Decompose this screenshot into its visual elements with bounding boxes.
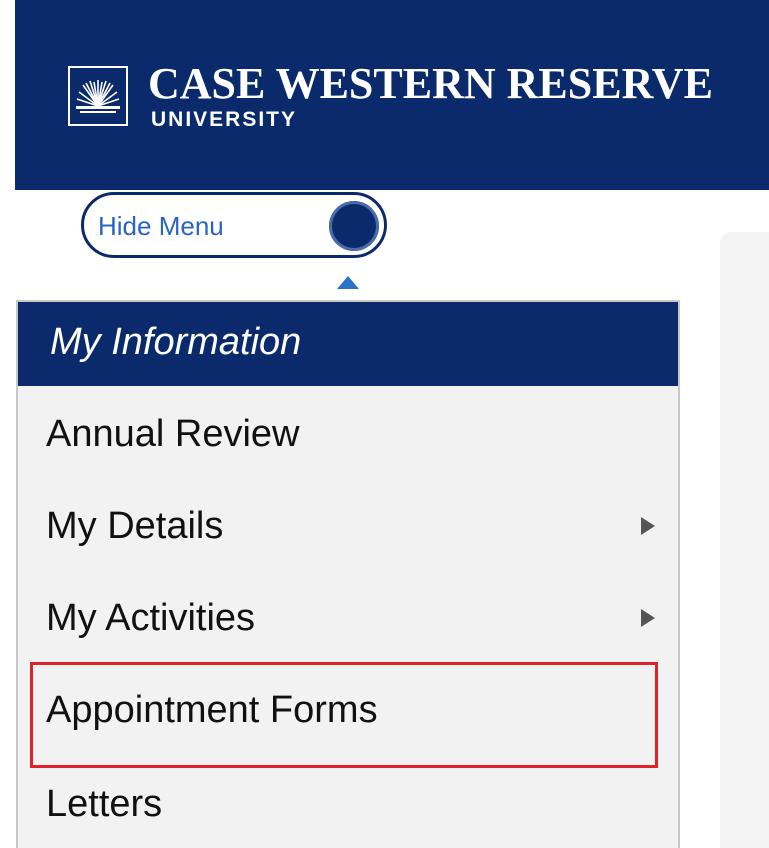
sidebar-item-letters[interactable]: Letters bbox=[18, 758, 678, 848]
submenu-arrow-icon bbox=[641, 609, 655, 627]
site-header: CASE WESTERN RESERVE UNIVERSITY bbox=[15, 0, 769, 190]
toggle-knob[interactable] bbox=[329, 201, 379, 251]
sidebar-item-my-activities[interactable]: My Activities bbox=[18, 572, 678, 664]
hide-menu-toggle[interactable]: Hide Menu bbox=[81, 192, 387, 258]
sidebar-item-label: My Details bbox=[46, 505, 224, 547]
university-subtitle: UNIVERSITY bbox=[151, 108, 298, 131]
starburst-logo-icon[interactable] bbox=[68, 66, 128, 126]
content-panel bbox=[720, 232, 769, 848]
caret-up-icon bbox=[337, 276, 359, 289]
sidebar-item-annual-review[interactable]: Annual Review bbox=[18, 388, 678, 480]
sidebar-item-my-details[interactable]: My Details bbox=[18, 480, 678, 572]
sidebar-item-label: Appointment Forms bbox=[46, 689, 378, 731]
sidebar-menu: My Information Annual Review My Details … bbox=[16, 300, 680, 848]
menu-section-title: My Information bbox=[50, 321, 302, 363]
university-name: CASE WESTERN RESERVE bbox=[148, 59, 713, 108]
menu-section-header: My Information bbox=[18, 302, 678, 386]
sidebar-item-appointment-forms[interactable]: Appointment Forms bbox=[18, 664, 678, 756]
hide-menu-label: Hide Menu bbox=[98, 211, 224, 241]
sidebar-item-label: Letters bbox=[46, 783, 163, 825]
submenu-arrow-icon bbox=[641, 517, 655, 535]
sidebar-item-label: Annual Review bbox=[46, 413, 300, 455]
sidebar-item-label: My Activities bbox=[46, 597, 256, 639]
page: CASE WESTERN RESERVE UNIVERSITY Hide Men… bbox=[0, 0, 769, 848]
